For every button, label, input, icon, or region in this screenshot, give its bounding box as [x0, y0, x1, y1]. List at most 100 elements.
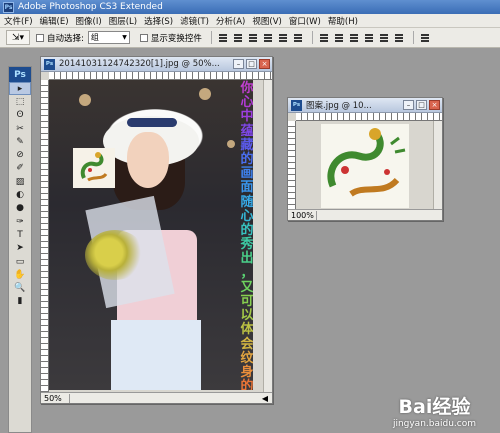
menu-view[interactable]: 视图(V) [252, 15, 281, 27]
align-left-icon[interactable] [262, 32, 274, 44]
close-icon[interactable]: × [429, 100, 440, 110]
pencil-tool-icon[interactable]: ✐ [9, 162, 31, 175]
minimize-icon[interactable]: – [233, 59, 244, 69]
zoom-level[interactable]: 100% [291, 210, 317, 220]
show-transform-checkbox[interactable] [139, 33, 148, 42]
path-select-tool-icon[interactable]: ➤ [9, 242, 31, 255]
maximize-icon[interactable]: □ [246, 59, 257, 69]
minimize-icon[interactable]: – [403, 100, 414, 110]
vertical-scrollbar[interactable] [263, 80, 272, 392]
distribute-bottom-icon[interactable] [348, 32, 360, 44]
color-swatch-icon[interactable]: ▮ [9, 295, 31, 308]
chevron-down-icon: ▼ [122, 34, 127, 41]
overlay-char: 画 [240, 166, 253, 182]
dragon-icon [80, 152, 108, 182]
photoshop-logo-icon: Ps [3, 1, 14, 13]
overlay-char: 蕴 [240, 123, 253, 139]
menu-analysis[interactable]: 分析(A) [216, 15, 245, 27]
overlay-char: 藏 [240, 137, 253, 153]
maximize-icon[interactable]: □ [416, 100, 427, 110]
brush-tool-icon[interactable]: ✎ [9, 135, 31, 148]
healing-tool-icon[interactable]: ⊘ [9, 148, 31, 161]
distribute-hcenter-icon[interactable] [378, 32, 390, 44]
photo-canvas[interactable]: 你心中蕴藏的画面随心的秀出，又可以体会纹身的感觉 [49, 80, 253, 390]
divider [311, 31, 313, 44]
overlay-char: 体 [240, 322, 253, 338]
pen-tool-icon[interactable]: ✑ [9, 215, 31, 228]
auto-select-checkbox[interactable] [36, 33, 44, 42]
distribute-top-icon[interactable] [318, 32, 330, 44]
auto-align-icon[interactable] [419, 32, 431, 44]
move-tool-icon[interactable]: ▸ [9, 82, 31, 96]
vertical-overlay-text: 你心中蕴藏的画面随心的秀出，又可以体会纹身的感觉 [239, 81, 253, 390]
distribute-left-icon[interactable] [363, 32, 375, 44]
menu-help[interactable]: 帮助(H) [328, 15, 358, 27]
skirt [111, 320, 201, 390]
dragon-pattern-layer[interactable] [73, 148, 115, 188]
move-tool-icon[interactable]: ⇲▾ [6, 30, 30, 45]
gradient-tool-icon[interactable]: ▨ [9, 175, 31, 188]
overlay-char: 面 [240, 180, 253, 196]
overlay-char: 中 [240, 109, 253, 125]
type-tool-icon[interactable]: T [9, 228, 31, 241]
align-hcenter-icon[interactable] [277, 32, 289, 44]
overlay-char: 的 [240, 379, 253, 390]
overlay-char: 你 [240, 81, 253, 96]
watermark-brand: Bai经验 [398, 396, 471, 418]
bokeh-light [199, 88, 211, 100]
auto-select-value: 组 [90, 33, 99, 42]
horizontal-ruler [49, 72, 272, 80]
shape-tool-icon[interactable]: ▭ [9, 255, 31, 268]
align-top-icon[interactable] [217, 32, 229, 44]
menu-select[interactable]: 选择(S) [144, 15, 173, 27]
marquee-tool-icon[interactable]: ⬚ [9, 95, 31, 108]
photoshop-logo-icon: Ps [44, 58, 55, 70]
document-title-bar[interactable]: Ps 20141031124742320[1].jpg @ 50%... – □… [41, 57, 272, 72]
flower-bouquet [85, 230, 145, 280]
scroll-left-arrow-icon[interactable]: ◀ [262, 394, 268, 403]
horizontal-ruler [296, 113, 442, 121]
blur-tool-icon[interactable]: ● [9, 202, 31, 215]
menu-image[interactable]: 图像(I) [76, 15, 102, 27]
document-window-photo[interactable]: Ps 20141031124742320[1].jpg @ 50%... – □… [40, 56, 273, 404]
document-title: 图案.jpg @ 10... [306, 101, 372, 111]
document-window-pattern[interactable]: Ps 图案.jpg @ 10... – □ × 100% [287, 97, 443, 221]
show-transform-label: 显示变换控件 [150, 33, 202, 44]
menu-filter[interactable]: 滤镜(T) [180, 15, 209, 27]
hat-band [127, 118, 177, 127]
lasso-tool-icon[interactable]: ʘ [9, 109, 31, 122]
app-title: Adobe Photoshop CS3 Extended [18, 2, 163, 12]
bokeh-light [227, 140, 235, 148]
align-right-icon[interactable] [292, 32, 304, 44]
align-vcenter-icon[interactable] [232, 32, 244, 44]
watermark-site: jingyan.baidu.com [392, 419, 476, 429]
crop-tool-icon[interactable]: ✂ [9, 122, 31, 135]
dragon-icon [327, 128, 406, 197]
status-bar: 100% [288, 209, 442, 220]
overlay-char: 出 [240, 251, 253, 267]
distribute-right-icon[interactable] [393, 32, 405, 44]
dodge-tool-icon[interactable]: ◐ [9, 188, 31, 201]
overlay-char: 又 [240, 279, 253, 295]
document-title-bar[interactable]: Ps 图案.jpg @ 10... – □ × [288, 98, 442, 113]
close-icon[interactable]: × [259, 59, 270, 69]
menu-layer[interactable]: 图层(L) [109, 15, 137, 27]
pattern-canvas[interactable] [321, 124, 409, 208]
menu-file[interactable]: 文件(F) [4, 15, 33, 27]
vertical-ruler [41, 80, 49, 392]
vertical-scrollbar[interactable] [433, 121, 442, 209]
zoom-tool-icon[interactable]: 🔍 [9, 281, 31, 294]
menu-window[interactable]: 窗口(W) [289, 15, 321, 27]
align-bottom-icon[interactable] [247, 32, 259, 44]
watermark: Bai经验 jingyan.baidu.com [393, 392, 476, 429]
overlay-char: 的 [240, 152, 253, 168]
hand-tool-icon[interactable]: ✋ [9, 268, 31, 281]
options-bar: ⇲▾ 自动选择: 组 ▼ 显示变换控件 [0, 28, 500, 48]
menu-edit[interactable]: 编辑(E) [40, 15, 69, 27]
overlay-char: 会 [240, 336, 253, 352]
distribute-vcenter-icon[interactable] [333, 32, 345, 44]
auto-select-dropdown[interactable]: 组 ▼ [87, 31, 130, 44]
overlay-char: 随 [240, 194, 253, 210]
zoom-level[interactable]: 50% [44, 393, 70, 403]
menu-bar: 文件(F) 编辑(E) 图像(I) 图层(L) 选择(S) 滤镜(T) 分析(A… [0, 14, 500, 28]
